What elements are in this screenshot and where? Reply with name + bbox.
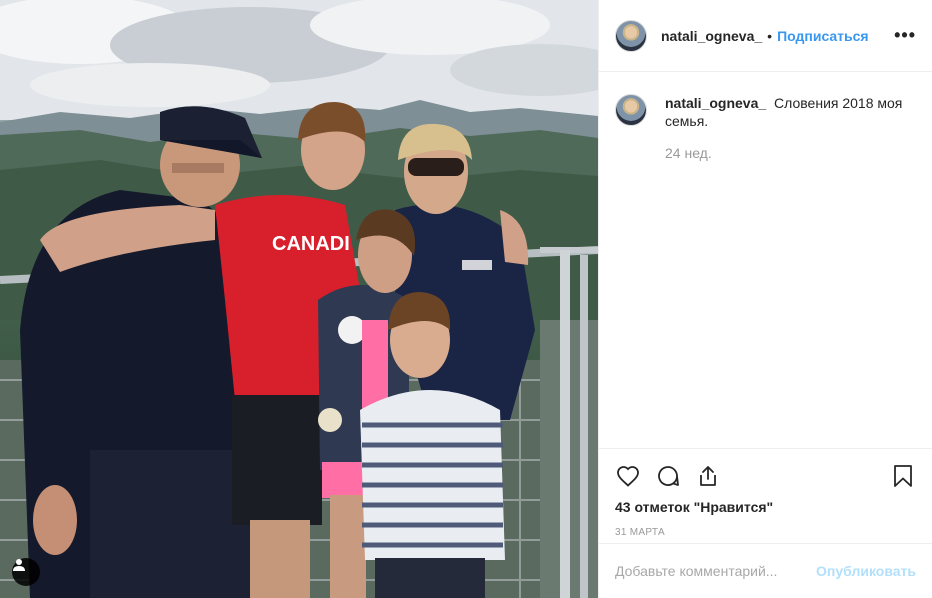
share-icon[interactable] — [695, 463, 721, 489]
caption: natali_ogneva_ Словения 2018 моя семья. … — [615, 94, 916, 161]
user-tag-button[interactable] — [12, 558, 40, 586]
more-options-icon[interactable]: ••• — [894, 25, 916, 46]
comment-icon[interactable] — [655, 463, 681, 489]
post-date[interactable]: 31 марта — [615, 527, 916, 538]
post-header: natali_ogneva_ • Подписаться ••• — [599, 0, 932, 72]
caption-username[interactable]: natali_ogneva_ — [665, 95, 766, 111]
comment-input[interactable] — [615, 563, 817, 579]
header-separator: • — [767, 27, 773, 44]
publish-button[interactable]: Опубликовать — [816, 563, 916, 579]
caption-text-block: natali_ogneva_ Словения 2018 моя семья. — [665, 94, 915, 130]
heart-icon[interactable] — [615, 463, 641, 489]
post-photo[interactable]: CANADI — [0, 0, 598, 598]
post-actions: 43 отметок "Нравится" 31 марта — [599, 448, 932, 544]
likes-count[interactable]: 43 отметок "Нравится" — [615, 499, 916, 515]
caption-body: natali_ogneva_ Словения 2018 моя семья. … — [665, 94, 915, 161]
action-bar — [615, 449, 916, 499]
comment-form: Опубликовать — [599, 543, 932, 598]
post-sidebar: natali_ogneva_ • Подписаться ••• natali_… — [598, 0, 932, 598]
follow-button[interactable]: Подписаться — [777, 28, 869, 44]
family-photo-illustration: CANADI — [0, 0, 598, 598]
avatar[interactable] — [615, 19, 647, 52]
header-username[interactable]: natali_ogneva_ — [661, 28, 762, 44]
shirt-text: CANADI — [272, 233, 350, 255]
caption-avatar[interactable] — [615, 94, 647, 126]
bookmark-icon[interactable] — [890, 463, 916, 489]
comments-list: natali_ogneva_ Словения 2018 моя семья. … — [599, 72, 932, 448]
caption-time[interactable]: 24 нед. — [665, 145, 915, 161]
